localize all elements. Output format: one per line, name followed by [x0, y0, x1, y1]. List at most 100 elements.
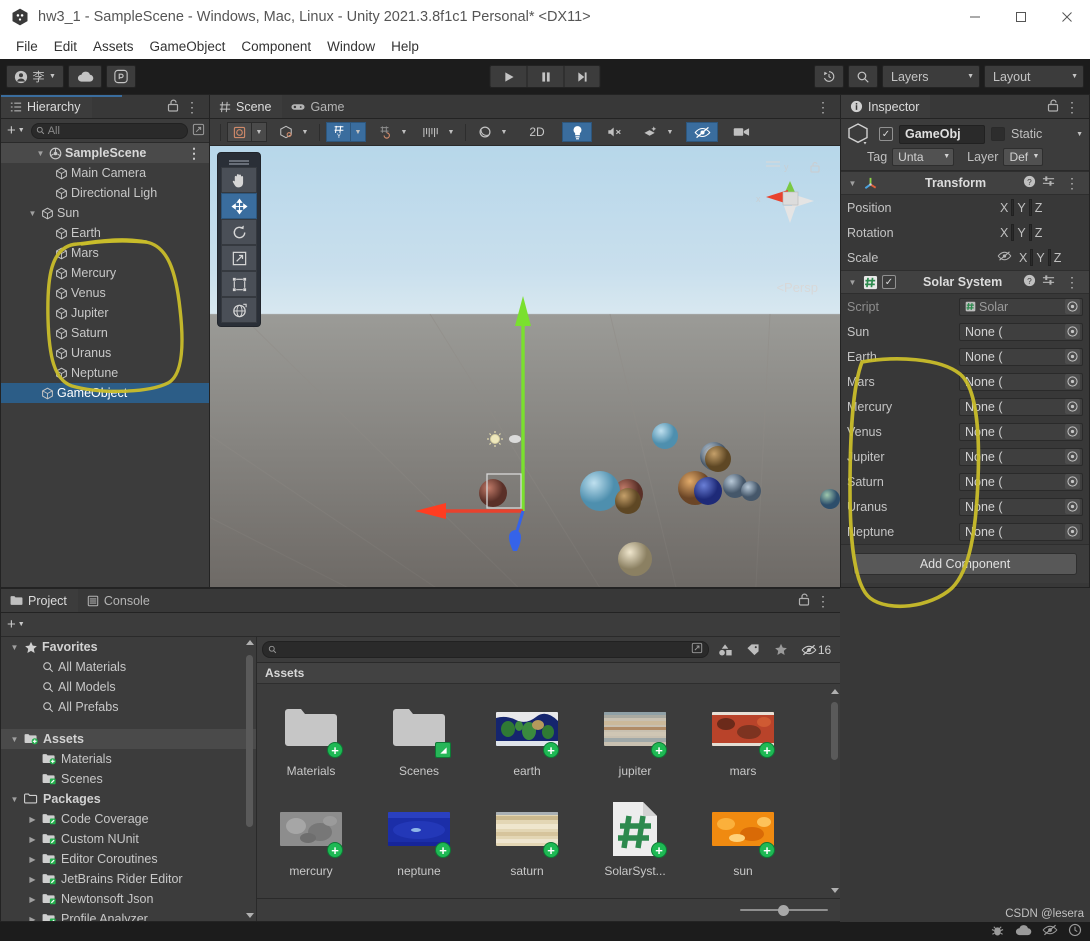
chevron-right-icon[interactable]: ▶ [27, 875, 38, 884]
project-search-expand-icon[interactable] [691, 642, 703, 657]
asset-item[interactable]: + mars [707, 696, 779, 778]
project-tree[interactable]: ▼ Favorites All Materials All Models All Pre… [1, 637, 257, 921]
scroll-down-arrow-icon[interactable] [246, 913, 254, 918]
tab-hierarchy[interactable]: Hierarchy [1, 95, 92, 118]
project-tree-scrollbar[interactable] [244, 639, 255, 919]
object-picker-icon[interactable] [1065, 299, 1080, 314]
chevron-down-icon[interactable]: ▼ [497, 122, 512, 142]
chevron-down-icon[interactable]: ▼ [35, 149, 46, 158]
more-menu-icon[interactable]: ⋮ [812, 100, 834, 114]
project-tree-item-all-models[interactable]: All Models [1, 677, 256, 697]
lock-open-icon[interactable] [167, 99, 179, 115]
tab-project[interactable]: Project [1, 589, 78, 612]
help-icon[interactable]: ? [1023, 175, 1036, 191]
help-icon[interactable]: ? [1023, 274, 1036, 290]
chevron-down-icon[interactable]: ▼ [397, 122, 412, 142]
menu-component[interactable]: Component [233, 37, 319, 56]
draw-mode-button[interactable]: ▼ [227, 122, 267, 142]
asset-grid-scrollbar[interactable] [829, 688, 840, 894]
tab-console[interactable]: Console [77, 589, 161, 612]
filter-by-type-button[interactable] [713, 640, 737, 659]
tab-scene[interactable]: Scene [210, 95, 283, 118]
add-component-button[interactable]: Add Component [853, 553, 1077, 575]
minimize-button[interactable] [952, 0, 998, 33]
chevron-down-icon[interactable]: ▼ [9, 795, 20, 804]
progress-icon[interactable] [1068, 923, 1082, 940]
toggle-2d-button[interactable]: 2D [520, 122, 554, 142]
chevron-right-icon[interactable]: ▶ [27, 915, 38, 922]
menu-window[interactable]: Window [319, 37, 383, 56]
scene-projection-label[interactable]: <Persp [776, 280, 818, 295]
account-button[interactable]: 李 ▼ [6, 65, 64, 88]
solar-field-neptune[interactable]: None ( [959, 522, 1083, 541]
project-tree-item-jetbrains-rider-editor[interactable]: ▶ JetBrains Rider Editor [1, 869, 256, 889]
solar-field-venus[interactable]: None ( [959, 422, 1083, 441]
more-menu-icon[interactable]: ⋮ [183, 146, 205, 160]
chevron-down-icon[interactable]: ▼ [27, 209, 38, 218]
filter-favorites-button[interactable] [769, 640, 793, 659]
asset-item[interactable]: + saturn [491, 796, 563, 878]
object-picker-icon[interactable] [1065, 349, 1080, 364]
scene-lighting-mode-button[interactable]: ▼ [472, 122, 512, 142]
chevron-down-icon[interactable]: ▼ [9, 735, 20, 744]
project-tree-item-all-materials[interactable]: All Materials [1, 657, 256, 677]
hierarchy-item-venus[interactable]: Venus [1, 283, 209, 303]
object-picker-icon[interactable] [1065, 499, 1080, 514]
layout-dropdown[interactable]: Layout ▼ [984, 65, 1084, 88]
solar-field-mars[interactable]: None ( [959, 372, 1083, 391]
chevron-right-icon[interactable]: ▶ [27, 855, 38, 864]
object-picker-icon[interactable] [1065, 474, 1080, 489]
hierarchy-item-sun[interactable]: ▼ Sun [1, 203, 209, 223]
close-button[interactable] [1044, 0, 1090, 33]
component-header-solar-system[interactable]: ▼ ✓ Solar System ? ⋮ [841, 270, 1089, 294]
project-tree-item-materials[interactable]: Materials [1, 749, 256, 769]
solar-field-earth[interactable]: None ( [959, 347, 1083, 366]
search-button[interactable] [848, 65, 878, 88]
chevron-down-icon[interactable]: ▼ [351, 122, 366, 142]
component-enabled-checkbox[interactable]: ✓ [882, 275, 896, 289]
hierarchy-scene-row[interactable]: ▼ SampleScene ⋮ [1, 143, 209, 163]
breadcrumb[interactable]: Assets [257, 663, 840, 684]
hierarchy-item-jupiter[interactable]: Jupiter [1, 303, 209, 323]
chevron-right-icon[interactable]: ▶ [27, 835, 38, 844]
scene-camera-mode-button[interactable]: ▼ [273, 122, 313, 142]
asset-grid[interactable]: + Materials Scenes + earth + jupiter + mars + merc… [257, 684, 840, 898]
object-enabled-checkbox[interactable]: ✓ [879, 127, 893, 141]
asset-item[interactable]: Scenes [383, 696, 455, 778]
grid-snapping-button[interactable]: ▼ [372, 122, 412, 142]
object-picker-icon[interactable] [1065, 374, 1080, 389]
solar-field-sun[interactable]: None ( [959, 322, 1083, 341]
tab-game[interactable]: Game [282, 95, 356, 118]
hierarchy-item-uranus[interactable]: Uranus [1, 343, 209, 363]
scroll-up-arrow-icon[interactable] [831, 689, 839, 694]
solar-field-script[interactable]: Solar [959, 297, 1083, 316]
more-menu-icon[interactable]: ⋮ [1061, 100, 1083, 114]
chevron-down-icon[interactable]: ▼ [9, 643, 20, 652]
hierarchy-item-mars[interactable]: Mars [1, 243, 209, 263]
more-menu-icon[interactable]: ⋮ [1061, 176, 1083, 190]
project-tree-item-code-coverage[interactable]: ▶ Code Coverage [1, 809, 256, 829]
hierarchy-item-neptune[interactable]: Neptune [1, 363, 209, 383]
asset-item[interactable]: + mercury [275, 796, 347, 878]
menu-gameobject[interactable]: GameObject [142, 37, 234, 56]
object-picker-icon[interactable] [1065, 324, 1080, 339]
object-picker-icon[interactable] [1065, 424, 1080, 439]
menu-edit[interactable]: Edit [46, 37, 85, 56]
asset-size-slider[interactable] [740, 903, 828, 917]
asset-item[interactable]: + jupiter [599, 696, 671, 778]
project-tree-item-all-prefabs[interactable]: All Prefabs [1, 697, 256, 717]
tools-drag-handle[interactable] [221, 156, 257, 167]
filter-by-label-button[interactable] [741, 640, 765, 659]
asset-item[interactable]: + sun [707, 796, 779, 878]
static-checkbox[interactable] [991, 127, 1005, 141]
transform-tool[interactable] [221, 297, 257, 323]
solar-field-jupiter[interactable]: None ( [959, 447, 1083, 466]
object-picker-icon[interactable] [1065, 524, 1080, 539]
hierarchy-item-main-camera[interactable]: Main Camera [1, 163, 209, 183]
chevron-down-icon[interactable]: ▼ [444, 122, 459, 142]
menu-help[interactable]: Help [383, 37, 427, 56]
object-picker-icon[interactable] [1065, 399, 1080, 414]
project-search-input[interactable] [262, 641, 709, 658]
asset-item[interactable]: + SolarSyst... [599, 796, 671, 878]
rotate-tool[interactable] [221, 219, 257, 245]
